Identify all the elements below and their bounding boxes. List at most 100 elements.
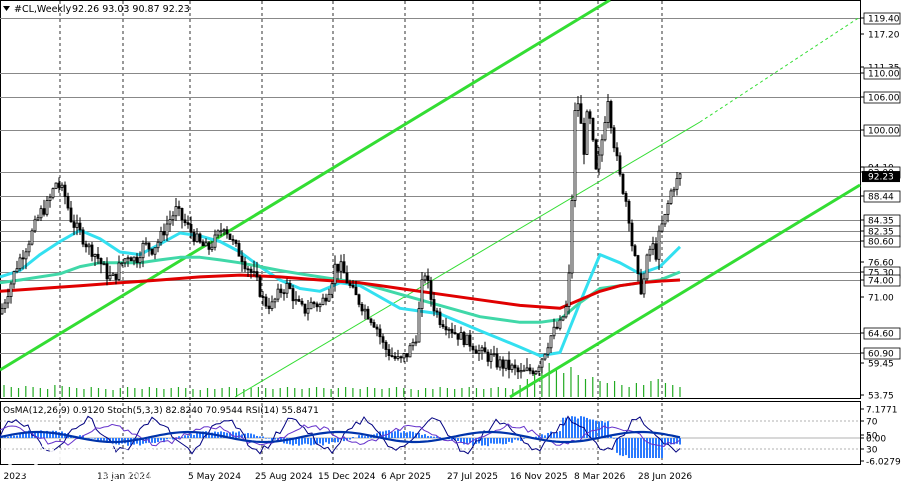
candle-body <box>396 356 400 359</box>
candle-body <box>363 308 367 312</box>
candle-body <box>600 139 604 156</box>
price-label: 60.90 <box>868 350 894 360</box>
candle-body <box>525 367 529 371</box>
candle-body <box>267 305 271 309</box>
candle-body <box>678 173 682 179</box>
candle-body <box>456 333 460 340</box>
candle-body <box>615 147 619 157</box>
candle-body <box>339 261 343 272</box>
candle-body <box>222 229 226 232</box>
candle-body <box>171 215 175 221</box>
candle-body <box>141 242 145 259</box>
candle-body <box>108 275 112 280</box>
candle-body <box>291 288 295 302</box>
candle-body <box>129 257 133 262</box>
candle-body <box>225 229 229 235</box>
candle-body <box>15 268 19 273</box>
candle-body <box>288 282 292 289</box>
price-label: 80.60 <box>868 238 894 248</box>
candle-body <box>87 244 91 248</box>
candle-body <box>102 263 106 266</box>
candle-body <box>390 355 394 357</box>
candle-body <box>507 359 511 370</box>
candle-body <box>96 253 100 259</box>
candle-body <box>549 335 553 349</box>
candle-body <box>534 371 538 375</box>
candle-body <box>174 206 178 217</box>
candle-body <box>237 243 241 257</box>
candle-body <box>432 299 436 312</box>
chart-canvas[interactable]: 119.40117.20111.35110.00106.00100.0094.1… <box>0 0 902 484</box>
candle-body <box>522 369 526 372</box>
candle-body <box>351 285 355 288</box>
candle-body <box>651 243 655 250</box>
candle-body <box>627 200 631 224</box>
candle-body <box>153 247 157 255</box>
candle-body <box>528 367 532 372</box>
date-label: 15 Dec 2024 <box>318 472 376 482</box>
candle-body <box>60 184 64 188</box>
candle-body <box>612 127 616 149</box>
candle-body <box>147 242 151 250</box>
date-label: 28 Jun 2026 <box>638 472 692 482</box>
candle-body <box>462 332 466 346</box>
candle-body <box>303 303 307 314</box>
logo-tagline: Instant Forex Trading <box>40 469 167 483</box>
ohlc-values: 92.26 93.03 90.87 92.23 <box>72 4 190 15</box>
candle-body <box>204 242 208 247</box>
candle-body <box>495 353 499 368</box>
candle-body <box>177 206 181 209</box>
candle-body <box>135 256 139 264</box>
candle-body <box>180 207 184 221</box>
candle-body <box>255 271 259 278</box>
candle-body <box>408 345 412 358</box>
date-label: 5 May 2024 <box>188 472 241 482</box>
candle-body <box>285 282 289 294</box>
candle-body <box>459 332 463 340</box>
candle-body <box>510 364 514 370</box>
instaforex-logo-icon <box>6 440 40 474</box>
candle-body <box>435 310 439 313</box>
candle-body <box>297 299 301 302</box>
current-price-label: 92.23 <box>868 173 894 183</box>
candle-body <box>231 239 235 241</box>
candle-body <box>198 233 202 243</box>
candle-body <box>501 359 505 369</box>
candle-body <box>639 273 643 295</box>
candle-body <box>90 244 94 257</box>
candle-body <box>657 230 661 260</box>
candle-body <box>111 273 115 276</box>
candle-body <box>636 255 640 275</box>
candle-body <box>471 345 475 351</box>
candle-body <box>249 268 253 273</box>
candle-body <box>51 188 55 198</box>
candle-body <box>354 286 358 296</box>
candle-body <box>72 221 76 228</box>
candle-body <box>24 251 28 260</box>
candle-body <box>384 341 388 350</box>
candle-body <box>492 353 496 356</box>
candle-body <box>672 188 676 192</box>
candle-body <box>561 316 565 321</box>
candle-body <box>207 242 211 250</box>
candle-body <box>210 246 214 250</box>
candle-body <box>21 257 25 260</box>
candle-body <box>192 231 196 242</box>
candle-body <box>345 272 349 284</box>
candle-body <box>318 304 322 308</box>
candle-body <box>30 230 34 245</box>
candle-body <box>144 242 148 245</box>
osc-axis-label: 30 <box>866 446 878 456</box>
candle-body <box>417 308 421 343</box>
date-label: 6 Apr 2025 <box>381 472 431 482</box>
osc-axis-label: 0.00 <box>866 435 886 445</box>
candle-body <box>312 301 316 305</box>
candle-body <box>360 303 364 312</box>
candle-body <box>243 261 247 270</box>
candle-body <box>279 288 283 294</box>
candle-body <box>537 366 541 372</box>
candle-body <box>429 280 433 300</box>
candle-body <box>6 296 10 304</box>
candle-body <box>273 298 277 303</box>
candle-body <box>648 248 652 256</box>
